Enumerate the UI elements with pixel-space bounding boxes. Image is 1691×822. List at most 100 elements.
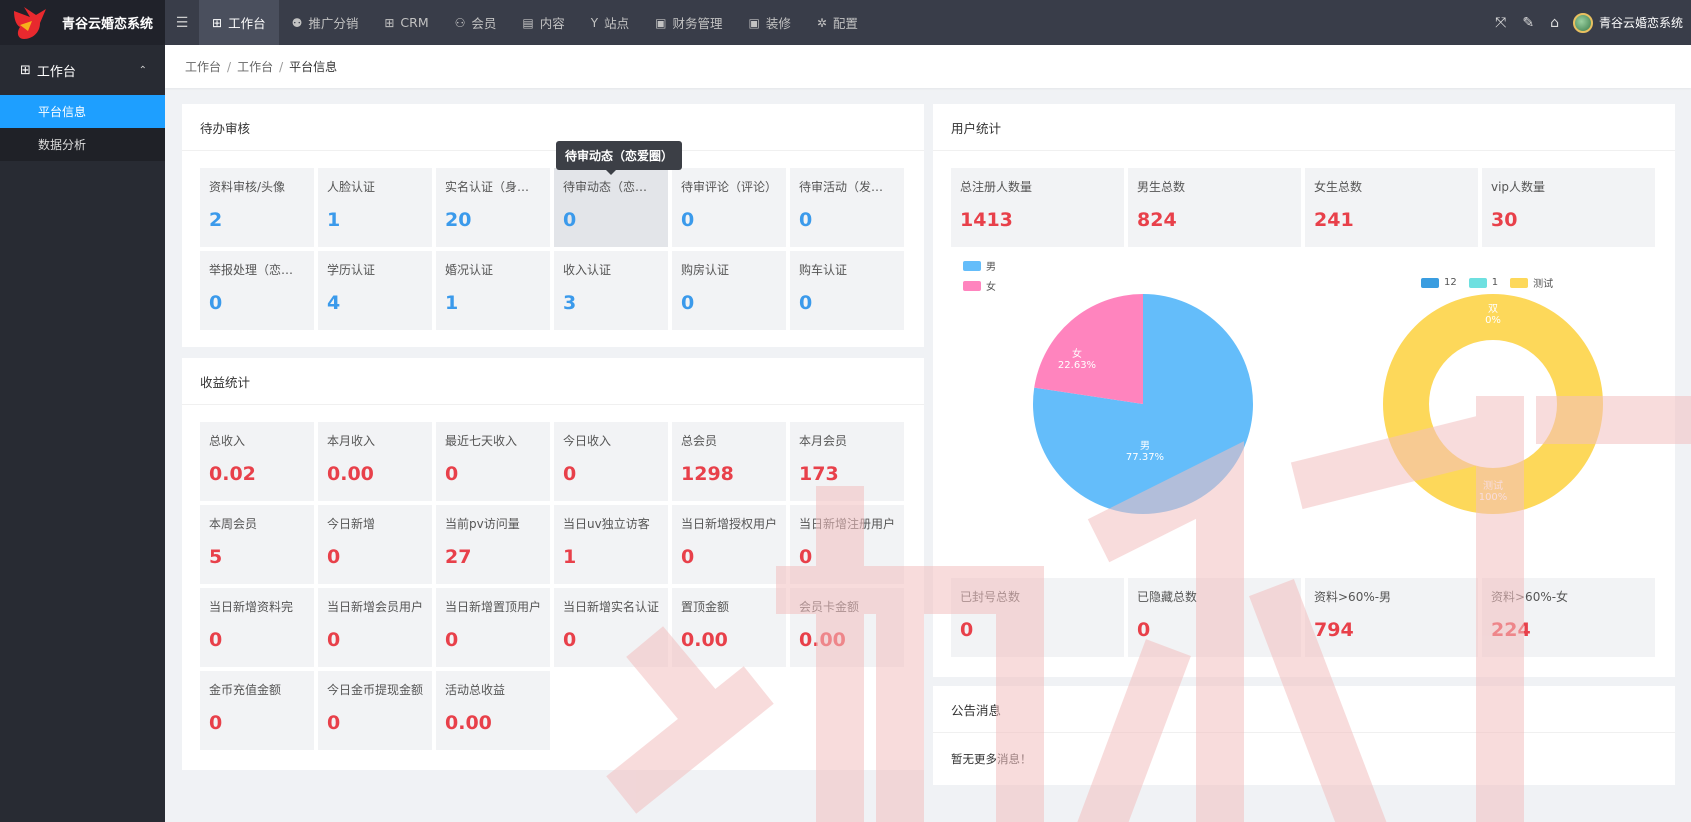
stat-label: 待审活动（发布的... [799,180,895,194]
slice-label: 男 [1140,440,1150,452]
stat-cell[interactable]: 当前pv访问量 27 [436,505,554,588]
stat-label: 男生总数 [1137,180,1186,194]
stat-cell[interactable]: 女生总数 241 [1305,168,1482,251]
avatar[interactable] [1572,12,1593,33]
stat-cell[interactable]: 学历认证 4 [318,251,436,334]
stat-cell[interactable]: 当日新增授权用户 0 [672,505,790,588]
sidebar-group-workbench[interactable]: ⊞ 工作台 ⌃ [0,45,165,95]
nav-item-label: 配置 [832,16,858,31]
stat-cell[interactable]: 购房认证 0 [672,251,790,334]
stat-cell[interactable]: 当日新增注册用户 0 [790,505,908,588]
stat-cell[interactable]: 待审动态（恋爱圈... 0 [554,168,672,251]
stat-label: 活动总收益 [445,683,506,697]
user-name[interactable]: 青谷云婚恋系统 [1599,14,1683,31]
stat-cell[interactable]: 举报处理（恋爱圈... 0 [200,251,318,334]
stat-value: 0 [1137,619,1151,641]
stat-cell[interactable]: 当日新增置顶用户 0 [436,588,554,671]
stat-value: 0 [960,619,974,641]
stat-label: 当日新增资料完 [209,600,294,614]
menu-toggle-icon[interactable]: ☰ [165,0,199,45]
nav-item-8[interactable]: ✲ 配置 [804,0,871,45]
user-stats-top-grid: 总注册人数量 1413 男生总数 824 女生总数 241 vip人数量 30 [951,168,1659,251]
stat-cell[interactable]: 当日uv独立访客 1 [554,505,672,588]
stat-cell[interactable]: 已封号总数 0 [951,578,1128,661]
card-title: 用户统计 [933,104,1675,151]
nav-item-3[interactable]: ⚇ 会员 [442,0,510,45]
sidebar-item-data-analysis[interactable]: 数据分析 [0,128,165,161]
stat-cell[interactable]: 总会员 1298 [672,422,790,505]
stat-cell[interactable]: 购车认证 0 [790,251,908,334]
nav-item-0[interactable]: ⊞ 工作台 [199,0,279,45]
stat-value: 4 [327,292,341,314]
stat-label: 置顶金额 [681,600,730,614]
stat-label: 购房认证 [681,263,730,277]
nav-item-label: 会员 [471,16,497,31]
stat-label: 本周会员 [209,517,258,531]
stat-label: 婚况认证 [445,263,494,277]
stat-cell[interactable]: 资料审核/头像 2 [200,168,318,251]
stat-cell[interactable]: 本周会员 5 [200,505,318,588]
card-title: 收益统计 [182,358,924,405]
stat-value: 0 [445,463,459,485]
stat-value: 0 [681,209,695,231]
logo[interactable]: 青谷云婚恋系统 [0,0,165,45]
pie-slice-女[interactable] [1034,294,1143,404]
legend-swatch [963,260,981,271]
stat-cell[interactable]: 收入认证 3 [554,251,672,334]
stat-value: 794 [1314,619,1354,641]
legend-item[interactable]: 男 [963,258,996,273]
stat-cell[interactable]: 活动总收益 0.00 [436,671,554,754]
top-nav: ☰ ⊞ 工作台 ⚉ 推广分销 ⊞ CRM ⚇ 会员 ▤ 内容 Y 站点 ▣ 财务管理 ▣ 装修 ✲ 配置 [165,0,871,45]
stat-cell[interactable]: 最近七天收入 0 [436,422,554,505]
stat-cell[interactable]: 今日新增 0 [318,505,436,588]
home-icon[interactable]: ⌂ [1542,15,1567,31]
stat-label: 当日新增授权用户 [681,517,777,531]
stat-cell[interactable]: 今日收入 0 [554,422,672,505]
stat-cell[interactable]: 当日新增会员用户 0 [318,588,436,671]
stat-label: 已隐藏总数 [1137,590,1198,604]
stat-label: 资料>60%-男 [1314,590,1392,604]
sidebar-item-platform-info[interactable]: 平台信息 [0,95,165,128]
stat-value: 241 [1314,209,1354,231]
stat-cell[interactable]: 置顶金额 0.00 [672,588,790,671]
nav-item-label: 财务管理 [672,16,723,31]
stat-cell[interactable]: 总注册人数量 1413 [951,168,1128,251]
stat-cell[interactable]: 当日新增资料完 0 [200,588,318,671]
stat-cell[interactable]: 男生总数 824 [1128,168,1305,251]
stat-cell[interactable]: 实名认证（身份证... 20 [436,168,554,251]
nav-item-label: CRM [400,15,429,30]
nav-item-1[interactable]: ⚉ 推广分销 [279,0,372,45]
nav-item-4[interactable]: ▤ 内容 [509,0,577,45]
stat-value: 3 [563,292,577,314]
stat-cell[interactable]: 资料>60%-女 224 [1482,578,1659,661]
stat-label: 学历认证 [327,263,376,277]
edit-icon[interactable]: ✎ [1514,15,1542,31]
stat-cell[interactable]: 当日新增实名认证 0 [554,588,672,671]
income-stats-card: 收益统计 总收入 0.02 本月收入 0.00 最近七天收入 0 今日收入 0 总会员 1298 本… [182,358,924,770]
breadcrumb-item[interactable]: 工作台 [237,58,273,75]
stat-cell[interactable]: 本月会员 173 [790,422,908,505]
nav-item-7[interactable]: ▣ 装修 [735,0,803,45]
stat-cell[interactable]: 本月收入 0.00 [318,422,436,505]
stat-cell[interactable]: 会员卡金额 0.00 [790,588,908,671]
stat-label: 举报处理（恋爱圈... [209,263,305,277]
breadcrumb-item[interactable]: 工作台 [185,58,221,75]
stat-label: 待审评论（评论） [681,180,777,194]
stat-cell[interactable]: 金币充值金额 0 [200,671,318,754]
stat-cell[interactable]: 待审评论（评论） 0 [672,168,790,251]
stat-cell[interactable]: 已隐藏总数 0 [1128,578,1305,661]
nav-item-5[interactable]: Y 站点 [578,0,642,45]
fullscreen-icon[interactable]: ⤧ [1487,15,1514,31]
stat-cell[interactable]: 总收入 0.02 [200,422,318,505]
legend-item[interactable]: 女 [963,278,996,293]
nav-item-2[interactable]: ⊞ CRM [371,0,441,45]
stat-cell[interactable]: 婚况认证 1 [436,251,554,334]
stat-value: 1 [327,209,341,231]
stat-cell[interactable]: vip人数量 30 [1482,168,1659,251]
stat-label: 当前pv访问量 [445,517,520,531]
nav-item-6[interactable]: ▣ 财务管理 [642,0,735,45]
stat-cell[interactable]: 待审活动（发布的... 0 [790,168,908,251]
stat-cell[interactable]: 人脸认证 1 [318,168,436,251]
stat-cell[interactable]: 资料>60%-男 794 [1305,578,1482,661]
stat-cell[interactable]: 今日金币提现金额 0 [318,671,436,754]
